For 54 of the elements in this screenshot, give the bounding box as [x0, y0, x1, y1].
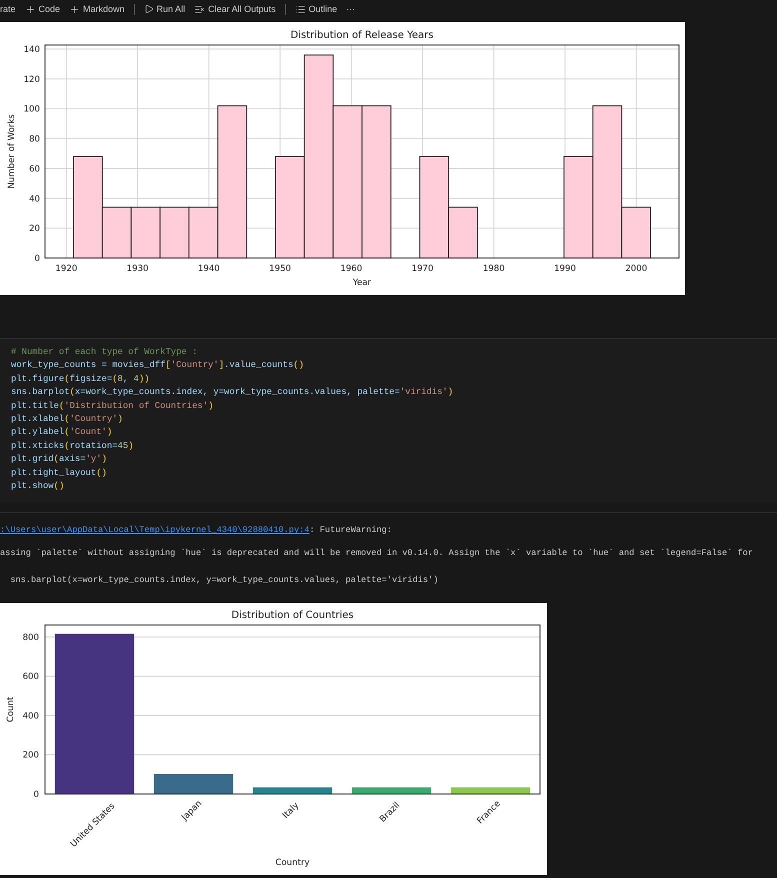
axis-tick-label: 100	[24, 104, 40, 115]
clear-list-icon	[194, 4, 206, 14]
axis-tick-label: 1940	[198, 264, 220, 274]
source-line: sns.barplot(x=work_type_counts.index, y=work_type_counts.values, palette='viridis')	[9, 574, 438, 585]
code-line: plt.xticks(rotation=45)	[11, 440, 135, 453]
axis-tick-label: 140	[24, 45, 40, 56]
warning-label: : FutureWarning:	[309, 525, 392, 536]
axis-tick-label: 2000	[625, 264, 648, 274]
more-button[interactable]: ···	[346, 4, 356, 14]
code-line: plt.show()	[11, 480, 66, 494]
code-line: plt.xlabel('Country')	[11, 413, 124, 426]
axis-tick-label: 400	[22, 712, 39, 722]
play-icon	[144, 4, 154, 14]
code-line: sns.barplot(x=work_type_counts.index, y=work_type_counts.values, palette='viridis')	[11, 386, 454, 400]
axis-tick-label: 20	[29, 224, 40, 234]
code-line: plt.ylabel('Count')	[11, 426, 114, 440]
axis-tick-label: 60	[29, 164, 40, 174]
axis-tick-label: 1930	[126, 264, 149, 274]
warning-message: assing `palette` without assigning `hue` is deprecated and will be removed in v0.14.0. Assign the `x` variable to `hue` and set `legend=False` for	[0, 548, 753, 558]
toolbar-button[interactable]: Run All	[144, 4, 186, 14]
code-line: plt.title('Distribution of Countries')	[11, 400, 214, 413]
axis-tick-label: 1960	[340, 264, 362, 274]
axis-tick-label: 80	[29, 134, 40, 145]
axis-tick-label: 1980	[482, 264, 505, 274]
axis-tick-label: 120	[24, 74, 40, 85]
toolbar-button[interactable]: Code	[24, 4, 60, 14]
code-line: plt.figure(figsize=(8, 4))	[11, 372, 150, 386]
axis-title: Number of Works	[7, 114, 17, 189]
axis-title: Country	[275, 858, 310, 868]
axis-tick-label: 800	[22, 633, 39, 644]
code-line: work_type_counts = movies_dff['Country'].value_counts()	[11, 359, 305, 372]
axis-tick-label: 600	[22, 672, 39, 683]
file-link[interactable]: :\Users\user\AppData\Local\Temp\ipykernel_4340\92880410.py:4	[0, 525, 310, 536]
axis-title: Count	[6, 697, 16, 723]
code-line: plt.grid(axis='y')	[11, 453, 108, 466]
plus-icon	[69, 4, 80, 14]
axis-tick-label: 1950	[269, 264, 292, 274]
axis-tick-label: 200	[22, 751, 39, 762]
toolbar-button[interactable]: Outline	[294, 4, 338, 14]
axis-tick-label: 0	[34, 254, 40, 264]
axis-tick-label: 40	[29, 194, 40, 204]
chart-title: Distribution of Countries	[231, 610, 354, 622]
plus-icon	[24, 4, 36, 14]
axis-title: Year	[352, 278, 372, 288]
axis-tick-label: 1920	[55, 264, 78, 274]
axis-tick-label: 0	[34, 790, 39, 800]
axis-tick-label: 1970	[412, 264, 434, 274]
toolbar-button[interactable]: Markdown	[69, 4, 125, 14]
axis-tick-label: 1990	[554, 264, 576, 274]
code-line: plt.tight_layout()	[11, 466, 108, 480]
toolbar-label: rate	[0, 4, 16, 14]
toolbar-button[interactable]: Clear All Outputs	[194, 4, 276, 14]
chart-title: Distribution of Release Years	[290, 30, 434, 41]
code-line: # Number of each type of WorkType :	[11, 346, 198, 359]
